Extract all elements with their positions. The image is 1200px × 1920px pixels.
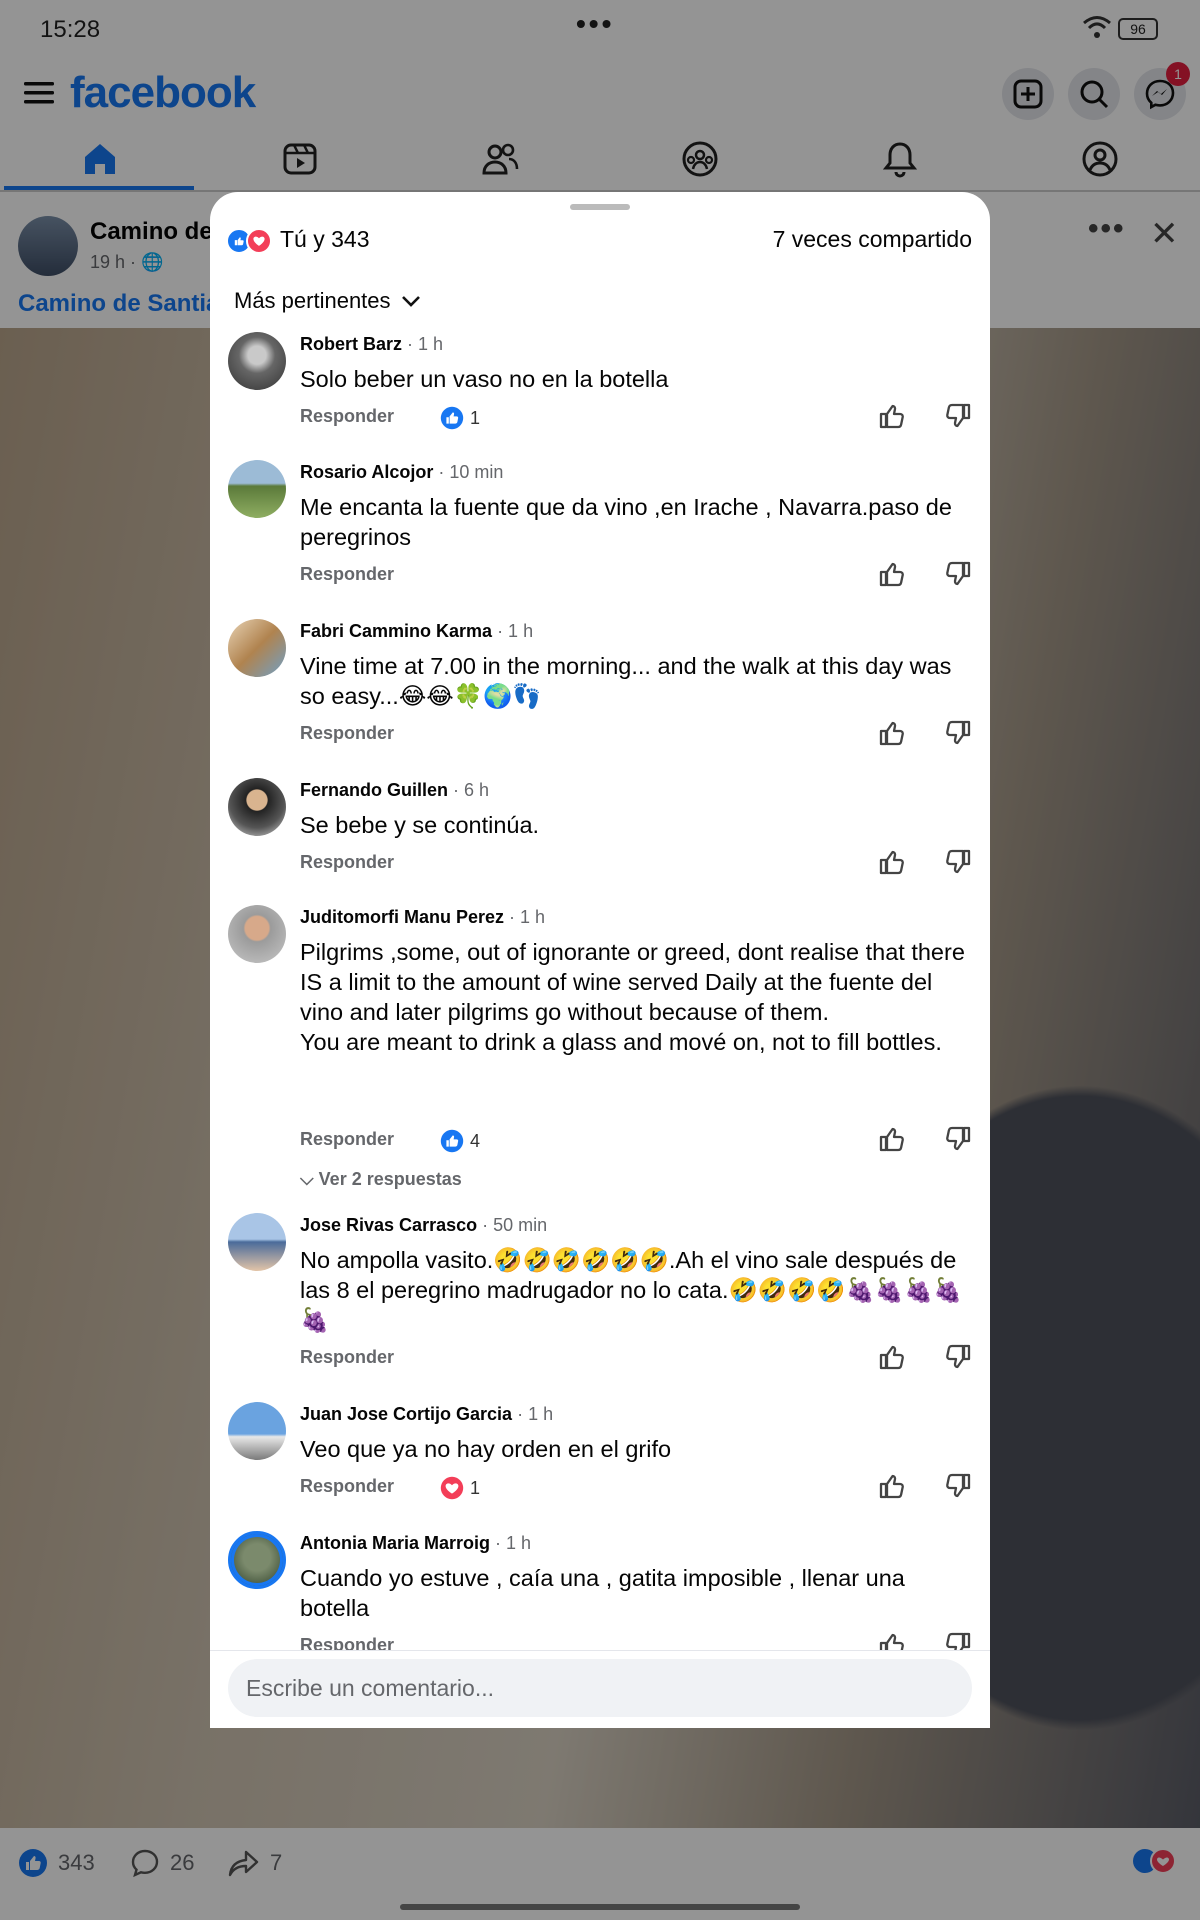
sort-label: Más pertinentes xyxy=(234,288,391,313)
commenter-avatar[interactable] xyxy=(228,1402,286,1460)
comment-time: · 1 h xyxy=(402,334,444,354)
comments-sheet: Tú y 343 7 veces compartido Más pertinen… xyxy=(210,192,990,1728)
thumbs-up-icon[interactable] xyxy=(876,1341,908,1373)
comment-actions: Responder 1 xyxy=(300,1473,980,1506)
love-reaction-icon xyxy=(246,228,272,254)
comment-actions: Responder xyxy=(300,720,980,753)
commenter-name[interactable]: Antonia Maria Marroig · 1 h xyxy=(300,1533,531,1554)
reply-button[interactable]: Responder xyxy=(300,1347,394,1368)
thumbs-down-icon[interactable] xyxy=(942,400,974,432)
thumbs-up-icon[interactable] xyxy=(876,846,908,878)
comment-text: Me encanta la fuente que da vino ,en Ira… xyxy=(300,494,952,550)
thumbs-down-icon[interactable] xyxy=(942,846,974,878)
comment-text: Veo que ya no hay orden en el grifo xyxy=(300,1436,672,1462)
thumbs-up-icon[interactable] xyxy=(876,1123,908,1155)
comment-time: · 50 min xyxy=(477,1215,548,1235)
reactions-summary[interactable]: Tú y 343 xyxy=(280,226,370,253)
comment-text: Solo beber un vaso no en la botella xyxy=(300,366,669,392)
reply-button[interactable]: Responder xyxy=(300,406,394,427)
comment-time: · 1 h xyxy=(504,907,546,927)
commenter-avatar[interactable] xyxy=(228,1213,286,1271)
like-icon xyxy=(440,406,464,430)
thumbs-down-icon[interactable] xyxy=(942,1470,974,1502)
thumbs-up-icon[interactable] xyxy=(876,717,908,749)
comment-input[interactable] xyxy=(228,1659,972,1717)
reply-button[interactable]: Responder xyxy=(300,564,394,585)
commenter-name[interactable]: Rosario Alcojor · 10 min xyxy=(300,462,503,483)
comment-reactions[interactable]: 4 xyxy=(440,1129,480,1153)
commenter-name[interactable]: Robert Barz · 1 h xyxy=(300,334,443,355)
comment-text: Vine time at 7.00 in the morning... and … xyxy=(300,653,952,709)
commenter-avatar[interactable] xyxy=(228,1531,286,1589)
view-replies-link[interactable]: ⌵ Ver 2 respuestas xyxy=(300,1169,462,1190)
comment-text: Se bebe y se continúa. xyxy=(300,812,540,838)
comment-actions: Responder xyxy=(300,1344,980,1377)
commenter-avatar[interactable] xyxy=(228,905,286,963)
comment-text: No ampolla vasito.🤣🤣🤣🤣🤣🤣.Ah el vino sale… xyxy=(300,1247,963,1333)
comment-composer xyxy=(210,1650,990,1728)
comment-time: · 1 h xyxy=(492,621,534,641)
thumbs-down-icon[interactable] xyxy=(942,717,974,749)
like-icon xyxy=(440,1129,464,1153)
reply-button[interactable]: Responder xyxy=(300,852,394,873)
comment-actions: Responder xyxy=(300,561,980,594)
commenter-name[interactable]: Jose Rivas Carrasco · 50 min xyxy=(300,1215,547,1236)
commenter-avatar[interactable] xyxy=(228,332,286,390)
reply-button[interactable]: Responder xyxy=(300,1129,394,1150)
thumbs-down-icon[interactable] xyxy=(942,1123,974,1155)
sheet-summary: Tú y 343 7 veces compartido xyxy=(210,222,990,270)
comments-list: Robert Barz · 1 h Solo beber un vaso no … xyxy=(210,332,990,1728)
thumbs-up-icon[interactable] xyxy=(876,1470,908,1502)
love-icon xyxy=(440,1476,464,1500)
drag-handle[interactable] xyxy=(570,204,630,210)
thumbs-up-icon[interactable] xyxy=(876,400,908,432)
comment-text: Pilgrims ,some, out of ignorante or gree… xyxy=(300,939,965,1055)
chevron-down-icon: ⌵ xyxy=(300,1169,314,1189)
reaction-icons[interactable] xyxy=(226,228,274,254)
commenter-name[interactable]: Fabri Cammino Karma · 1 h xyxy=(300,621,533,642)
reply-button[interactable]: Responder xyxy=(300,1476,394,1497)
comment-text: Cuando yo estuve , caía una , gatita imp… xyxy=(300,1565,905,1621)
comment-reactions[interactable]: 1 xyxy=(440,406,480,430)
commenter-name[interactable]: Juditomorfi Manu Perez · 1 h xyxy=(300,907,545,928)
sort-dropdown[interactable]: Más pertinentes xyxy=(234,288,421,314)
comment-reactions[interactable]: 1 xyxy=(440,1476,480,1500)
commenter-avatar[interactable] xyxy=(228,460,286,518)
comment-time: · 10 min xyxy=(433,462,504,482)
shares-summary[interactable]: 7 veces compartido xyxy=(773,226,972,253)
comment-actions: Responder 1 xyxy=(300,403,980,436)
thumbs-down-icon[interactable] xyxy=(942,1341,974,1373)
reply-button[interactable]: Responder xyxy=(300,723,394,744)
chevron-down-icon xyxy=(401,296,420,307)
thumbs-down-icon[interactable] xyxy=(942,558,974,590)
thumbs-up-icon[interactable] xyxy=(876,558,908,590)
comment-time: · 6 h xyxy=(448,780,490,800)
comment-actions: Responder xyxy=(300,849,980,882)
comment-actions: Responder 4 xyxy=(300,1126,980,1159)
comment-time: · 1 h xyxy=(490,1533,532,1553)
commenter-avatar[interactable] xyxy=(228,778,286,836)
commenter-name[interactable]: Fernando Guillen · 6 h xyxy=(300,780,489,801)
commenter-avatar[interactable] xyxy=(228,619,286,677)
commenter-name[interactable]: Juan Jose Cortijo Garcia · 1 h xyxy=(300,1404,553,1425)
comment-time: · 1 h xyxy=(512,1404,554,1424)
